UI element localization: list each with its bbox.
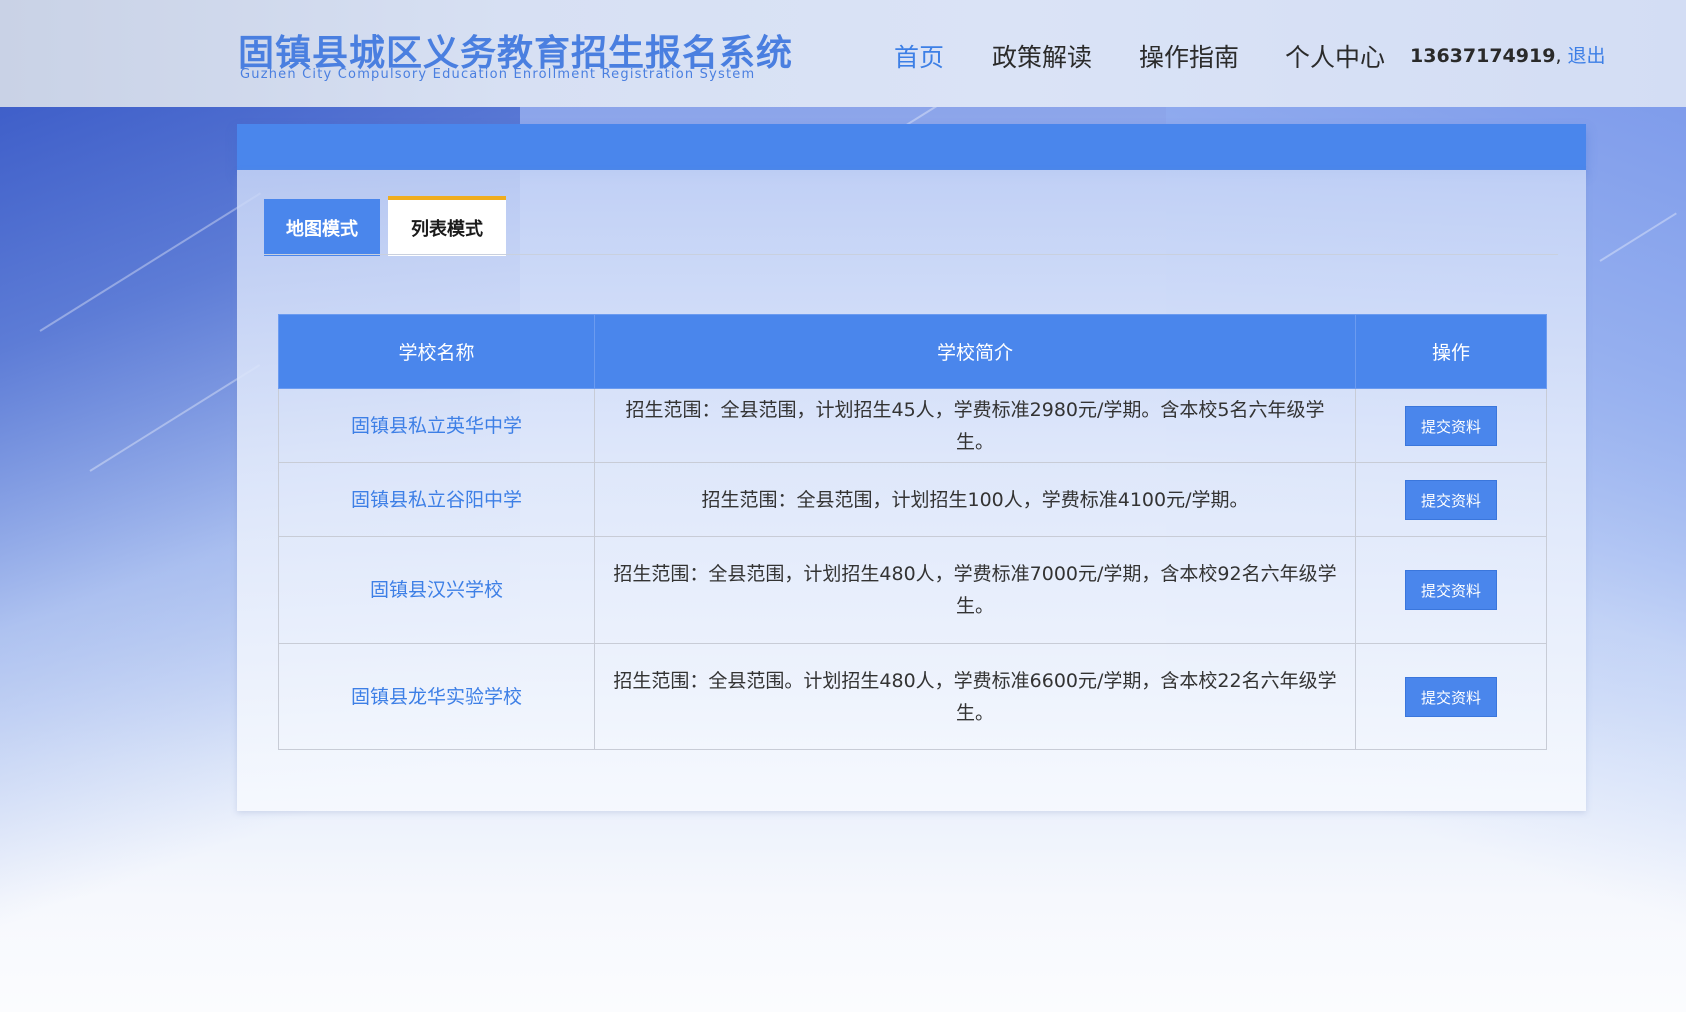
nav-personal-center[interactable]: 个人中心 bbox=[1285, 38, 1385, 74]
tab-list-mode[interactable]: 列表模式 bbox=[388, 196, 506, 256]
table-header-row: 学校名称 学校简介 操作 bbox=[278, 314, 1547, 389]
tab-divider bbox=[264, 254, 1558, 255]
school-intro: 招生范围：全县范围，计划招生480人，学费标准7000元/学期，含本校92名六年… bbox=[594, 536, 1356, 644]
tab-map-mode[interactable]: 地图模式 bbox=[264, 199, 380, 256]
column-header-action: 操作 bbox=[1355, 314, 1547, 389]
nav-guide[interactable]: 操作指南 bbox=[1139, 38, 1239, 74]
table-row: 固镇县私立谷阳中学 招生范围：全县范围，计划招生100人，学费标准4100元/学… bbox=[278, 462, 1547, 537]
school-intro: 招生范围：全县范围，计划招生100人，学费标准4100元/学期。 bbox=[594, 462, 1356, 537]
table-row: 固镇县汉兴学校 招生范围：全县范围，计划招生480人，学费标准7000元/学期，… bbox=[278, 536, 1547, 644]
action-cell: 提交资料 bbox=[1355, 388, 1547, 463]
site-logo-subtitle: Guzhen City Compulsory Education Enrollm… bbox=[240, 67, 756, 82]
table-row: 固镇县龙华实验学校 招生范围：全县范围。计划招生480人，学费标准6600元/学… bbox=[278, 643, 1547, 750]
school-name-link[interactable]: 固镇县私立谷阳中学 bbox=[278, 462, 595, 537]
column-header-school-intro: 学校简介 bbox=[594, 314, 1356, 389]
school-name-link[interactable]: 固镇县汉兴学校 bbox=[278, 536, 595, 644]
submit-materials-button[interactable]: 提交资料 bbox=[1405, 676, 1497, 717]
action-cell: 提交资料 bbox=[1355, 643, 1547, 750]
logout-link[interactable]: 退出 bbox=[1568, 45, 1606, 67]
submit-materials-button[interactable]: 提交资料 bbox=[1405, 570, 1497, 610]
nav-policy[interactable]: 政策解读 bbox=[992, 38, 1092, 74]
panel-title-bar bbox=[237, 124, 1586, 170]
school-table: 学校名称 学校简介 操作 固镇县私立英华中学 招生范围：全县范围，计划招生45人… bbox=[278, 314, 1547, 750]
action-cell: 提交资料 bbox=[1355, 536, 1547, 644]
nav-home[interactable]: 首页 bbox=[894, 38, 944, 74]
top-header: 固镇县城区义务教育招生报名系统 Guzhen City Compulsory E… bbox=[0, 0, 1686, 107]
submit-materials-button[interactable]: 提交资料 bbox=[1405, 479, 1497, 520]
school-list-panel: 地图模式 列表模式 学校名称 学校简介 操作 固镇县私立英华中学 招生范围：全县… bbox=[237, 170, 1586, 811]
table-row: 固镇县私立英华中学 招生范围：全县范围，计划招生45人，学费标准2980元/学期… bbox=[278, 388, 1547, 463]
school-name-link[interactable]: 固镇县私立英华中学 bbox=[278, 388, 595, 463]
column-header-school-name: 学校名称 bbox=[278, 314, 595, 389]
submit-materials-button[interactable]: 提交资料 bbox=[1405, 405, 1497, 446]
user-separator: , bbox=[1555, 45, 1562, 67]
school-name-link[interactable]: 固镇县龙华实验学校 bbox=[278, 643, 595, 750]
action-cell: 提交资料 bbox=[1355, 462, 1547, 537]
school-intro: 招生范围：全县范围。计划招生480人，学费标准6600元/学期，含本校22名六年… bbox=[594, 643, 1356, 750]
user-info: 13637174919, 退出 bbox=[1410, 41, 1606, 68]
user-phone: 13637174919 bbox=[1410, 45, 1556, 67]
school-intro: 招生范围：全县范围，计划招生45人，学费标准2980元/学期。含本校5名六年级学… bbox=[594, 388, 1356, 463]
